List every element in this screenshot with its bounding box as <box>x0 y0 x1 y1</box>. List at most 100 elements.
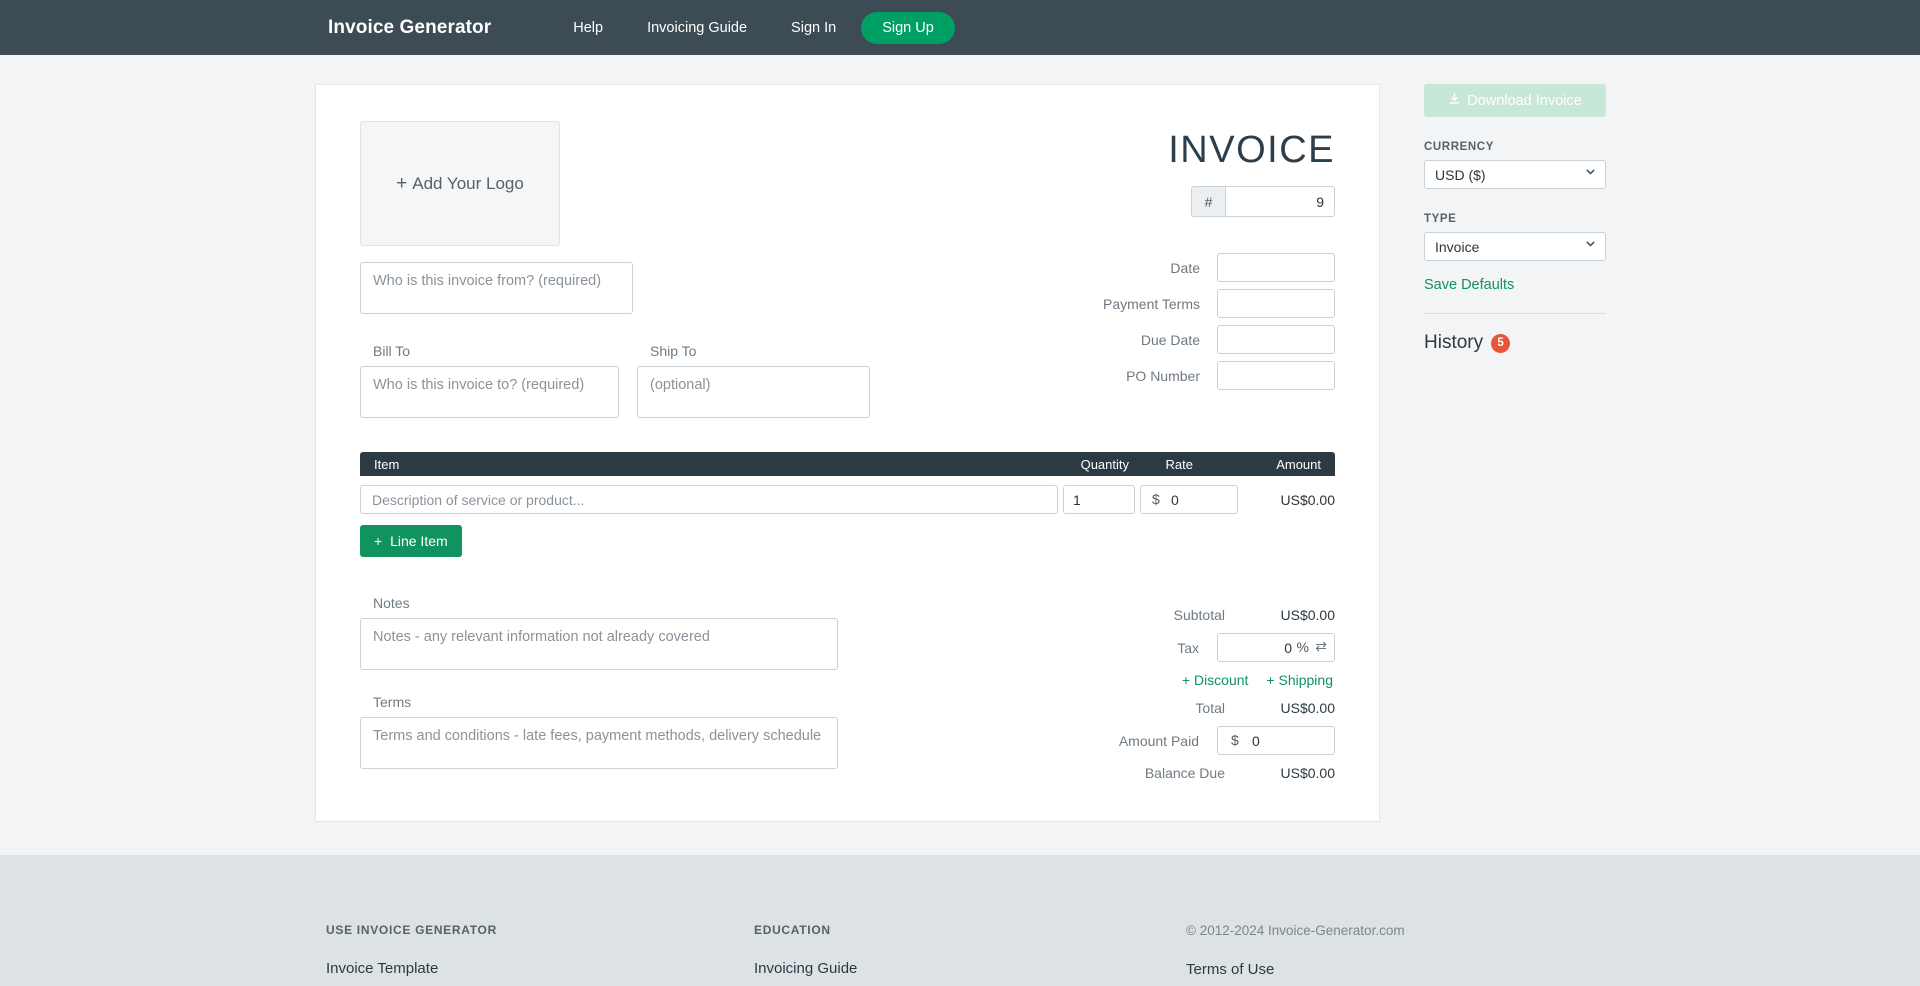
subtotal-label: Subtotal <box>1173 607 1225 623</box>
total-label: Total <box>1195 700 1225 716</box>
currency-select-group: USD ($) <box>1424 160 1606 189</box>
add-line-item-label: Line Item <box>390 533 448 549</box>
date-row: Date <box>1005 253 1335 282</box>
tax-input-group: % ⇄ <box>1217 633 1335 662</box>
add-logo-button[interactable]: + Add Your Logo <box>360 121 560 246</box>
bill-to-input[interactable] <box>360 366 619 418</box>
notes-and-totals: Notes Terms Subtotal US$0.00 Tax % ⇄ <box>360 595 1335 791</box>
due-date-row: Due Date <box>1005 325 1335 354</box>
notes-label: Notes <box>373 595 410 611</box>
footer-link-terms-of-use[interactable]: Terms of Use <box>1186 961 1606 978</box>
currency-label: CURRENCY <box>1424 141 1494 153</box>
balance-due-row: Balance Due US$0.00 <box>955 765 1335 781</box>
sidebar-divider <box>1424 313 1606 314</box>
footer-column-education: EDUCATION Invoicing Guide <box>754 923 1186 978</box>
sign-up-button[interactable]: Sign Up <box>861 11 955 44</box>
plus-icon: + <box>374 533 383 549</box>
footer-columns: USE INVOICE GENERATOR Invoice Template E… <box>0 923 1920 978</box>
po-number-label: PO Number <box>1126 367 1200 384</box>
column-header-amount: Amount <box>1276 456 1321 472</box>
footer-link-invoicing-guide[interactable]: Invoicing Guide <box>754 960 1186 977</box>
ship-to-group: Ship To <box>637 343 870 423</box>
invoice-sender-column: + Add Your Logo Bill To Ship To <box>360 121 880 423</box>
history-title: History <box>1424 332 1484 353</box>
type-select[interactable]: Invoice <box>1424 232 1606 261</box>
page-footer: USE INVOICE GENERATOR Invoice Template E… <box>0 855 1920 986</box>
ship-to-label: Ship To <box>650 343 697 359</box>
page-body: + Add Your Logo Bill To Ship To INV <box>0 55 1920 855</box>
date-input[interactable] <box>1217 253 1335 282</box>
invoice-options-sidebar: Download Invoice CURRENCY USD ($) TYPE I… <box>1424 84 1606 354</box>
tax-row: Tax % ⇄ <box>955 633 1335 662</box>
add-shipping-label: Shipping <box>1278 672 1334 688</box>
total-row: Total US$0.00 <box>955 700 1335 716</box>
po-number-row: PO Number <box>1005 361 1335 390</box>
download-icon <box>1448 92 1461 109</box>
nav-link-help[interactable]: Help <box>573 20 603 36</box>
totals-addons: + Discount + Shipping <box>955 672 1335 688</box>
notes-input[interactable] <box>360 618 838 670</box>
percent-label: % <box>1296 639 1309 655</box>
due-date-input[interactable] <box>1217 325 1335 354</box>
payment-terms-row: Payment Terms <box>1005 289 1335 318</box>
download-invoice-label: Download Invoice <box>1467 92 1582 109</box>
table-row: $ US$0.00 <box>360 485 1335 514</box>
swap-icon[interactable]: ⇄ <box>1315 638 1327 655</box>
invoice-card: + Add Your Logo Bill To Ship To INV <box>315 84 1380 822</box>
item-quantity-input[interactable] <box>1063 485 1135 514</box>
currency-select[interactable]: USD ($) <box>1424 160 1606 189</box>
footer-heading-education: EDUCATION <box>754 923 831 937</box>
footer-link-invoice-template[interactable]: Invoice Template <box>326 960 754 977</box>
add-shipping-button[interactable]: + Shipping <box>1266 672 1333 688</box>
amount-paid-label: Amount Paid <box>1118 732 1199 749</box>
total-value: US$0.00 <box>1280 700 1335 716</box>
payment-terms-input[interactable] <box>1217 289 1335 318</box>
date-label: Date <box>1170 259 1200 276</box>
add-discount-label: Discount <box>1193 672 1249 688</box>
subtotal-row: Subtotal US$0.00 <box>955 607 1335 623</box>
download-invoice-button[interactable]: Download Invoice <box>1424 84 1606 117</box>
amount-paid-row: Amount Paid $ <box>955 726 1335 755</box>
invoice-header-row: + Add Your Logo Bill To Ship To INV <box>360 121 1335 423</box>
bill-ship-row: Bill To Ship To <box>360 343 880 423</box>
nav-link-invoicing-guide[interactable]: Invoicing Guide <box>647 20 747 36</box>
add-logo-label: Add Your Logo <box>412 173 524 193</box>
hash-icon: # <box>1191 186 1225 217</box>
invoice-meta-column: INVOICE # Date Payment Terms Due <box>1005 121 1335 423</box>
footer-column-use: USE INVOICE GENERATOR Invoice Template <box>326 923 754 978</box>
top-navbar: Invoice Generator Help Invoicing Guide S… <box>0 0 1920 55</box>
item-rate-group: $ <box>1140 485 1238 514</box>
history-section[interactable]: History 5 <box>1424 332 1606 354</box>
history-count-badge: 5 <box>1491 333 1511 353</box>
subtotal-value: US$0.00 <box>1280 607 1335 623</box>
bill-to-label: Bill To <box>373 343 411 359</box>
balance-due-value: US$0.00 <box>1280 765 1335 781</box>
bill-to-group: Bill To <box>360 343 619 423</box>
brand-logo[interactable]: Invoice Generator <box>328 17 491 39</box>
totals-column: Subtotal US$0.00 Tax % ⇄ + Discount <box>955 595 1335 791</box>
invoice-from-input[interactable] <box>360 262 633 314</box>
ship-to-input[interactable] <box>637 366 870 418</box>
balance-due-label: Balance Due <box>1144 765 1225 781</box>
nav-link-sign-in[interactable]: Sign In <box>791 20 836 36</box>
po-number-input[interactable] <box>1217 361 1335 390</box>
plus-icon: + <box>1181 672 1191 688</box>
item-description-input[interactable] <box>360 485 1058 514</box>
line-items-header: Item Quantity Rate Amount <box>360 452 1335 476</box>
save-defaults-button[interactable]: Save Defaults <box>1424 277 1606 293</box>
invoice-title: INVOICE <box>1168 129 1335 171</box>
type-label: TYPE <box>1424 213 1457 225</box>
notes-column: Notes Terms <box>360 595 840 791</box>
column-header-rate: Rate <box>1165 456 1193 472</box>
invoice-number-input[interactable] <box>1225 186 1335 217</box>
add-line-item-button[interactable]: + Line Item <box>360 525 462 557</box>
footer-column-legal: © 2012-2024 Invoice-Generator.com Terms … <box>1186 923 1606 978</box>
terms-input[interactable] <box>360 717 838 769</box>
due-date-label: Due Date <box>1140 331 1200 348</box>
plus-icon: + <box>396 172 408 194</box>
currency-symbol-icon: $ <box>1152 491 1160 507</box>
item-amount-value: US$0.00 <box>1280 491 1335 508</box>
add-discount-button[interactable]: + Discount <box>1182 672 1249 688</box>
amount-paid-group: $ <box>1217 726 1335 755</box>
column-header-item: Item <box>374 456 400 472</box>
